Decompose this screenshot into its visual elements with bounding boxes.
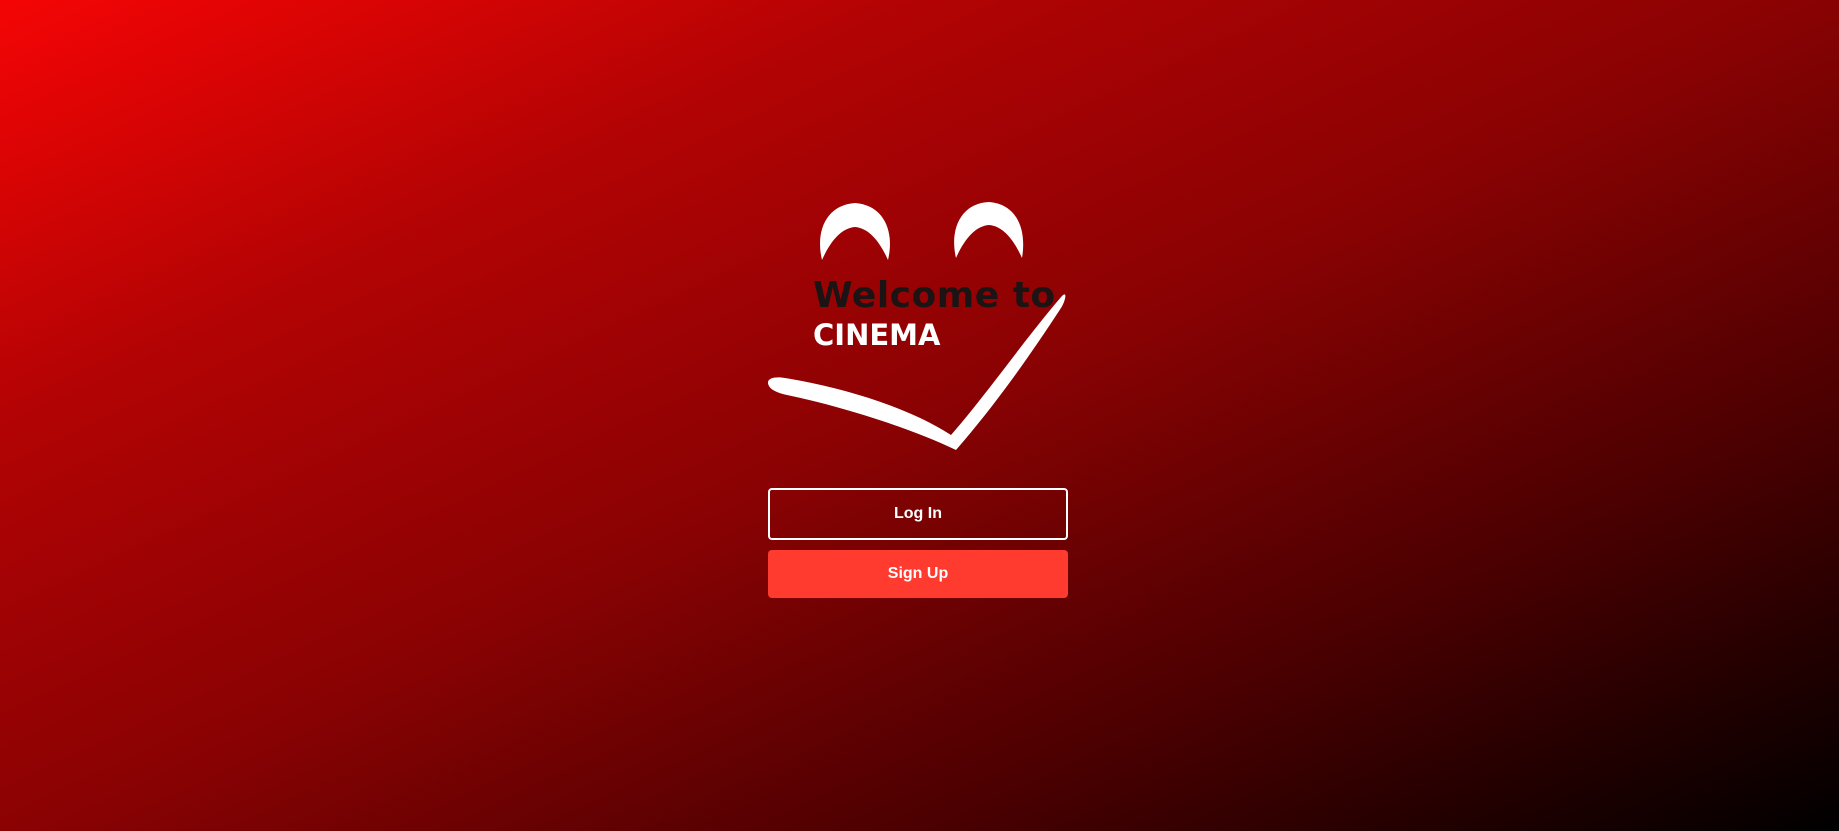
cinema-logo: Welcome to CINEMA	[765, 200, 1070, 455]
login-button[interactable]: Log In	[768, 488, 1068, 540]
welcome-title: Welcome to	[813, 275, 1056, 316]
right-eye-shape	[954, 202, 1024, 258]
signup-button[interactable]: Sign Up	[768, 550, 1068, 598]
left-eye-shape	[820, 203, 890, 260]
brand-title: CINEMA	[813, 318, 941, 352]
